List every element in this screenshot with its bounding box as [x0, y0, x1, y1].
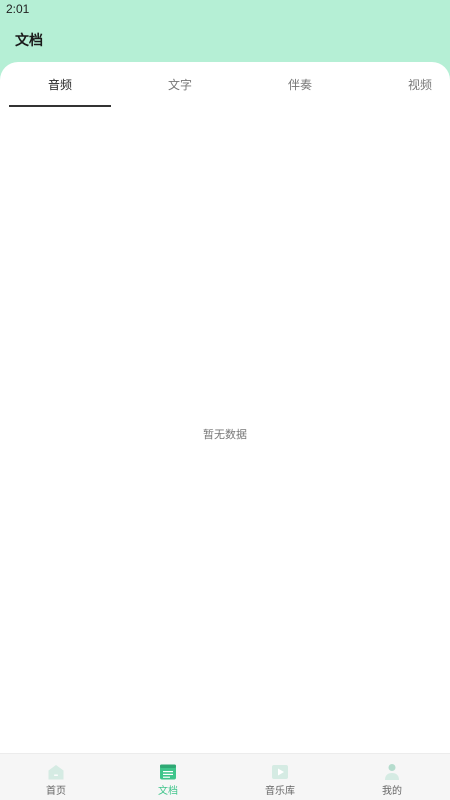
nav-item-profile[interactable]: 我的	[336, 754, 448, 800]
nav-label-document: 文档	[158, 786, 178, 797]
status-time: 2:01	[6, 2, 30, 16]
tab-bar: 音频 文字 伴奏 视频	[0, 62, 450, 107]
nav-item-music-library[interactable]: 音乐库	[224, 754, 336, 800]
nav-label-profile: 我的	[382, 786, 402, 797]
page-title: 文档	[15, 33, 43, 49]
screen: 2:01 文档 音频 文字 伴奏 视频 暂无数据 首页 文档 音乐库 我的	[0, 0, 450, 800]
tab-text[interactable]: 文字	[129, 62, 231, 107]
profile-icon	[385, 764, 399, 780]
bottom-nav: 首页 文档 音乐库 我的	[0, 753, 450, 800]
nav-item-document[interactable]: 文档	[112, 754, 224, 800]
nav-label-home: 首页	[46, 786, 66, 797]
nav-item-home[interactable]: 首页	[0, 754, 112, 800]
nav-label-music-library: 音乐库	[265, 786, 295, 797]
tab-audio[interactable]: 音频	[9, 62, 111, 107]
status-bar: 2:01	[0, 0, 450, 20]
content-card: 音频 文字 伴奏 视频 暂无数据 首页 文档 音乐库 我的	[0, 62, 450, 800]
tab-accompaniment[interactable]: 伴奏	[249, 62, 351, 107]
music-library-icon	[272, 765, 288, 779]
active-tab-indicator	[9, 105, 111, 107]
document-icon	[160, 764, 176, 780]
empty-state-text: 暂无数据	[203, 428, 247, 441]
tab-video[interactable]: 视频	[369, 62, 450, 107]
home-icon	[48, 765, 64, 780]
